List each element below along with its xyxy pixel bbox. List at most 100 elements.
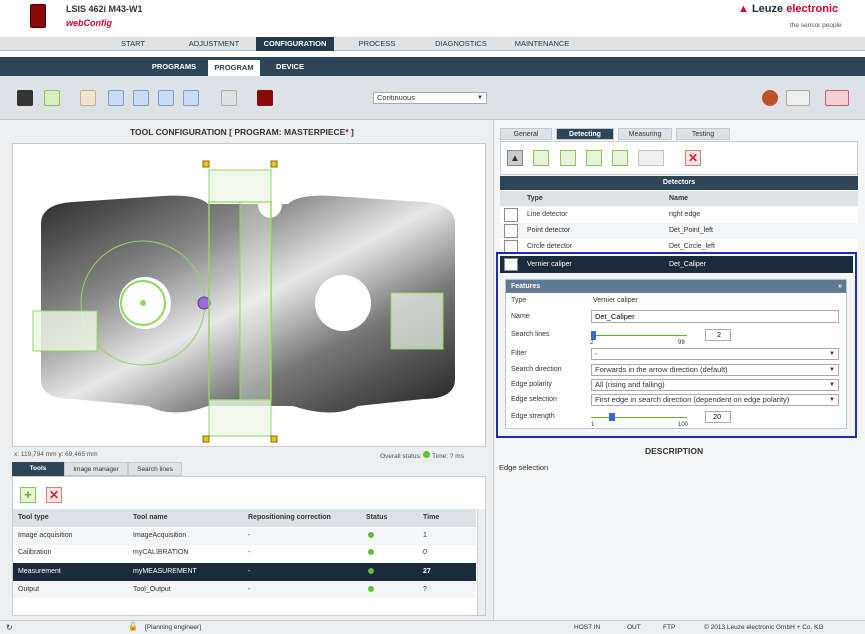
nav-adjustment[interactable]: ADJUSTMENT — [176, 37, 252, 51]
hand-icon[interactable] — [80, 90, 96, 106]
cell-repositioning: - — [248, 568, 251, 575]
name-field[interactable] — [591, 310, 839, 323]
selection-select[interactable]: First edge in search direction (dependen… — [591, 394, 839, 406]
description-title: DESCRIPTION — [645, 446, 704, 456]
label-search-lines: Search lines — [511, 331, 550, 338]
detector-name: Det_Point_left — [669, 227, 713, 234]
refresh-icon[interactable]: ↻ — [6, 623, 13, 632]
tool-config-title: TOOL CONFIGURATION [ PROGRAM: MASTERPIEC… — [130, 127, 354, 137]
label-edge-selection: Edge selection — [511, 396, 557, 403]
add-circle-detector-icon[interactable] — [586, 150, 602, 166]
zoom-in-icon[interactable] — [108, 90, 124, 106]
chevron-down-icon: ▼ — [829, 367, 835, 373]
more-detectors-icon[interactable] — [638, 150, 664, 166]
lock-icon[interactable]: 🔓 — [128, 622, 138, 631]
direction-select[interactable]: Forwards in the arrow direction (default… — [591, 364, 839, 376]
edge-strength-slider[interactable] — [591, 411, 689, 425]
tab-image-manager[interactable]: Image manager — [64, 462, 128, 476]
detector-type: Line detector — [527, 211, 568, 218]
tagline: the sensor people — [790, 22, 842, 29]
play-icon[interactable] — [44, 90, 60, 106]
cursor-coords: x: 119,794 mm y: 69,465 mm — [14, 451, 98, 458]
delete-tool-icon[interactable]: ✕ — [46, 487, 62, 503]
label-edge-polarity: Edge polarity — [511, 381, 552, 388]
device-save-icon[interactable] — [257, 90, 273, 106]
caliper-roi-inner — [239, 201, 272, 401]
tab-general[interactable]: General — [500, 128, 552, 140]
description-text: Edge selection — [499, 463, 549, 472]
select-arrow-icon[interactable]: ▲ — [507, 150, 523, 166]
delete-detector-icon[interactable]: ✕ — [685, 150, 701, 166]
filter-select[interactable]: - ▼ — [591, 348, 839, 360]
table-scrollbar[interactable] — [477, 509, 485, 615]
overall-time: Time: ? ms — [432, 453, 464, 460]
add-line-detector-icon[interactable] — [560, 150, 576, 166]
features-title[interactable]: Features » — [506, 280, 846, 293]
device-icon — [30, 4, 46, 28]
table-row[interactable] — [13, 581, 476, 598]
camera-image-view[interactable] — [12, 143, 486, 447]
camera-icon[interactable] — [17, 90, 33, 106]
cell-time: 0 — [423, 549, 427, 556]
detector-type: Vernier caliper — [527, 261, 572, 268]
brand-suffix: electronic — [786, 3, 839, 15]
add-point-detector-icon[interactable] — [533, 150, 549, 166]
polarity-select[interactable]: All (rising and falling) ▼ — [591, 379, 839, 391]
wrench-icon[interactable] — [221, 90, 237, 106]
cell-name: myCALIBRATION — [133, 549, 189, 556]
mode-select-value: Continuous — [377, 93, 415, 102]
collapse-icon: » — [838, 283, 842, 290]
value-type: Vernier caliper — [593, 297, 638, 304]
tab-tools[interactable]: Tools — [12, 462, 64, 476]
document-menu-icon[interactable] — [786, 90, 810, 106]
right-hole — [315, 275, 371, 331]
users-icon[interactable] — [762, 90, 778, 106]
vernier-caliper-icon — [504, 258, 518, 271]
handle-top-right — [270, 160, 278, 168]
subnav-device[interactable]: DEVICE — [266, 57, 314, 76]
cell-type: Measurement — [18, 568, 61, 575]
subnav-program[interactable]: PROGRAM — [208, 60, 260, 76]
nav-start[interactable]: START — [108, 37, 158, 51]
main-nav: START ADJUSTMENT CONFIGURATION PROCESS D… — [0, 37, 865, 51]
tab-search-lines[interactable]: Search lines — [128, 462, 182, 476]
zoom-actual-icon[interactable] — [183, 90, 199, 106]
tab-testing[interactable]: Testing — [676, 128, 730, 140]
flag-menu-icon[interactable] — [825, 90, 849, 106]
zoom-fit-icon[interactable] — [158, 90, 174, 106]
zoom-out-icon[interactable] — [133, 90, 149, 106]
mode-select[interactable]: Continuous ▼ — [373, 92, 487, 104]
tab-detecting[interactable]: Detecting — [556, 128, 614, 140]
search-lines-slider[interactable] — [591, 329, 689, 343]
status-green-icon — [423, 451, 431, 458]
overall-status: Overall status: Time: ? ms — [380, 451, 464, 460]
nav-maintenance[interactable]: MAINTENANCE — [506, 37, 578, 51]
col-detector-name: Name — [669, 195, 689, 202]
search-lines-stepper[interactable] — [705, 329, 731, 341]
nav-diagnostics[interactable]: DIAGNOSTICS — [428, 37, 494, 51]
title-close: ] — [348, 127, 354, 137]
col-detector-type: Type — [527, 195, 543, 202]
app-name: webConfig — [66, 18, 112, 28]
subnav-programs[interactable]: PROGRAMS — [146, 57, 202, 76]
part-image — [32, 160, 455, 443]
add-tool-icon[interactable]: + — [20, 487, 36, 503]
cell-repositioning: - — [248, 532, 251, 539]
slider-thumb[interactable] — [609, 413, 615, 421]
tab-measuring[interactable]: Measuring — [618, 128, 672, 140]
table-row[interactable] — [13, 528, 476, 545]
nav-configuration[interactable]: CONFIGURATION — [256, 37, 334, 51]
edge-strength-stepper[interactable] — [705, 411, 731, 423]
tools-table-header — [13, 509, 476, 527]
label-search-direction: Search direction — [511, 366, 562, 373]
table-row[interactable] — [13, 545, 476, 562]
cell-name: Tool_Output — [133, 586, 171, 593]
label-edge-strength: Edge strength — [511, 413, 555, 420]
cell-type: Calibration — [18, 549, 52, 556]
nav-process[interactable]: PROCESS — [346, 37, 408, 51]
add-caliper-icon[interactable] — [612, 150, 628, 166]
slider-thumb[interactable] — [591, 331, 596, 340]
edge-strength-min: 1 — [591, 422, 595, 428]
detector-type: Point detector — [527, 227, 571, 234]
table-row-selected[interactable] — [13, 563, 476, 581]
